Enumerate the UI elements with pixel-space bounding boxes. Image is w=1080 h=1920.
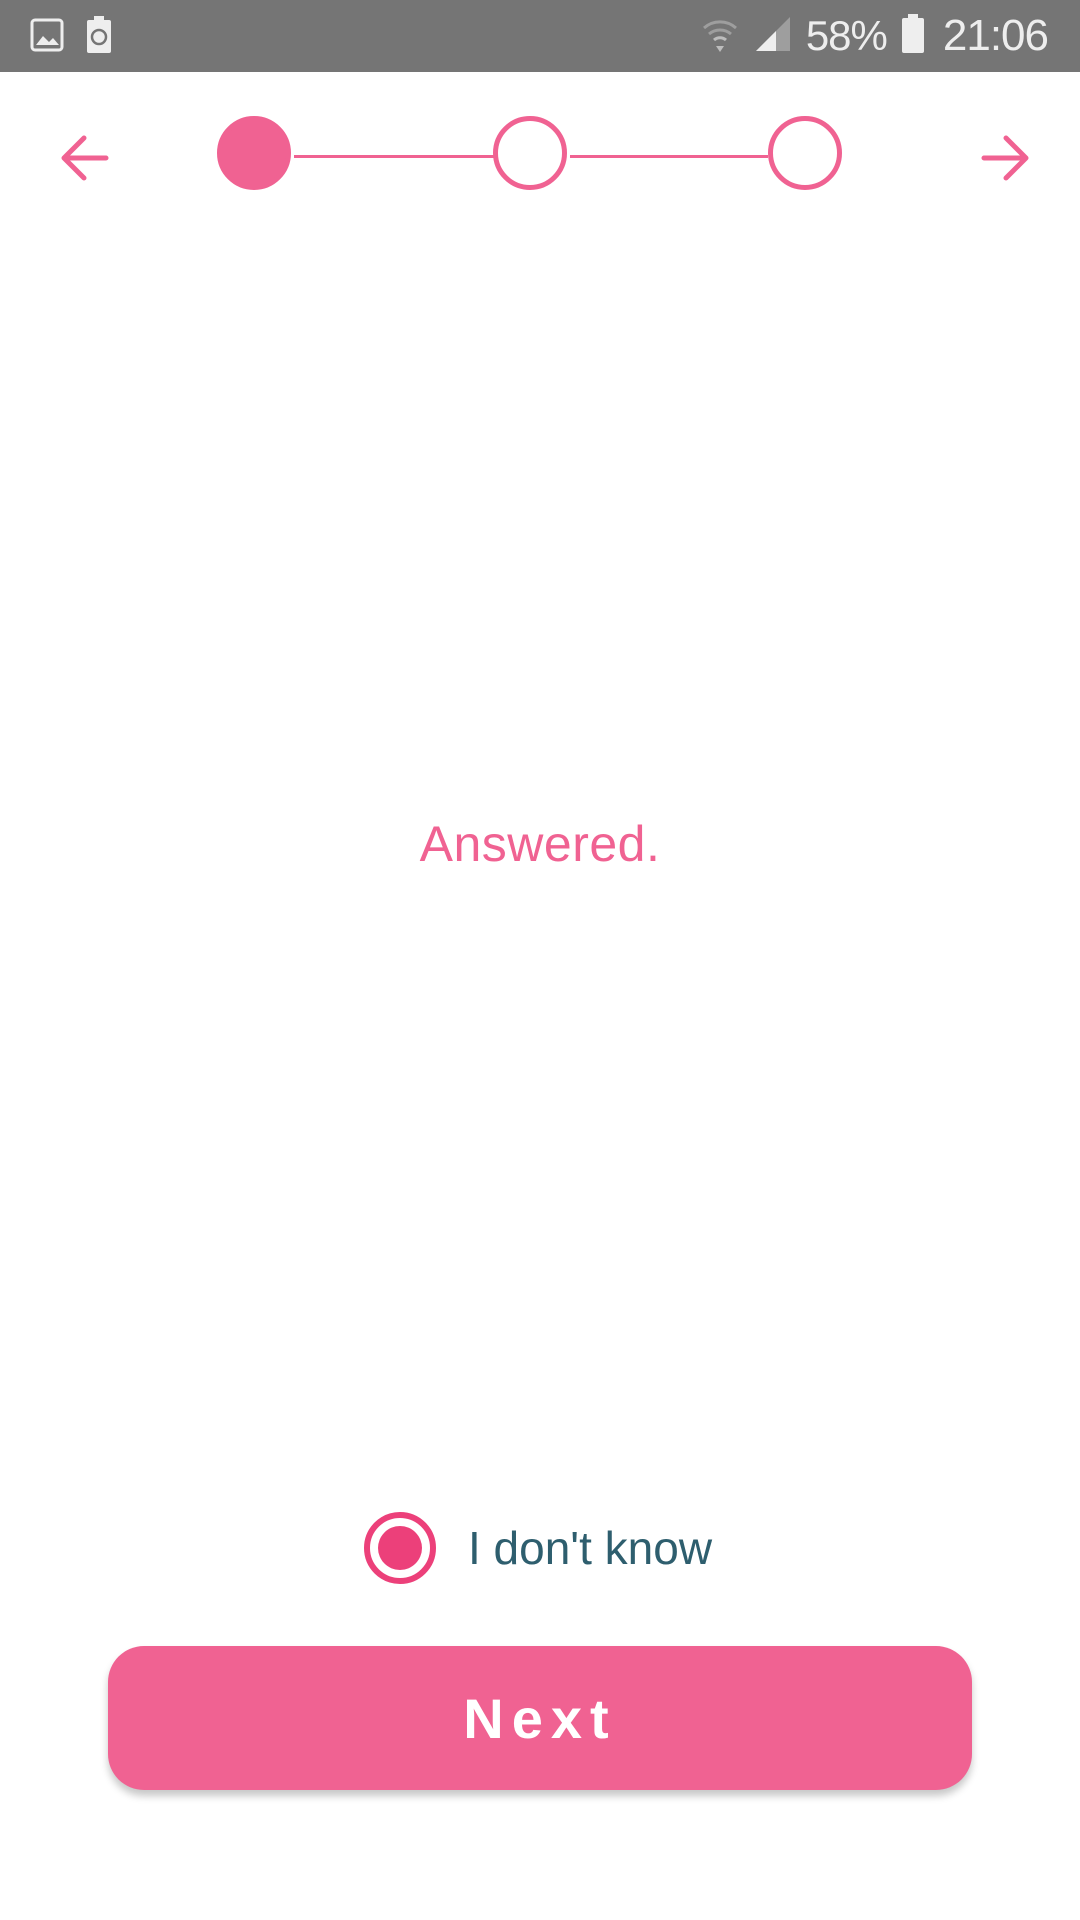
step-connector bbox=[570, 155, 768, 158]
step-2-dot[interactable] bbox=[493, 116, 567, 190]
clock: 21:06 bbox=[942, 11, 1049, 60]
dont-know-option[interactable]: I don't know bbox=[364, 1512, 712, 1584]
step-3-dot[interactable] bbox=[768, 116, 842, 190]
radio-button[interactable] bbox=[364, 1512, 436, 1584]
arrow-right-icon[interactable] bbox=[980, 132, 1032, 184]
wifi-icon bbox=[700, 14, 740, 59]
battery-saver-icon bbox=[86, 16, 112, 59]
step-1-dot[interactable] bbox=[217, 116, 291, 190]
next-button[interactable]: Next bbox=[108, 1646, 972, 1790]
radio-selected-dot bbox=[378, 1526, 422, 1570]
arrow-left-icon[interactable] bbox=[58, 132, 110, 184]
battery-percentage: 58% bbox=[805, 12, 888, 59]
signal-icon bbox=[754, 15, 792, 58]
status-bar: 58% 21:06 bbox=[0, 0, 1080, 72]
answered-message: Answered. bbox=[419, 816, 661, 872]
step-connector bbox=[294, 155, 494, 158]
battery-icon bbox=[901, 13, 925, 59]
progress-stepper bbox=[0, 110, 1080, 202]
gallery-icon bbox=[30, 18, 64, 57]
dont-know-label[interactable]: I don't know bbox=[468, 1521, 712, 1575]
